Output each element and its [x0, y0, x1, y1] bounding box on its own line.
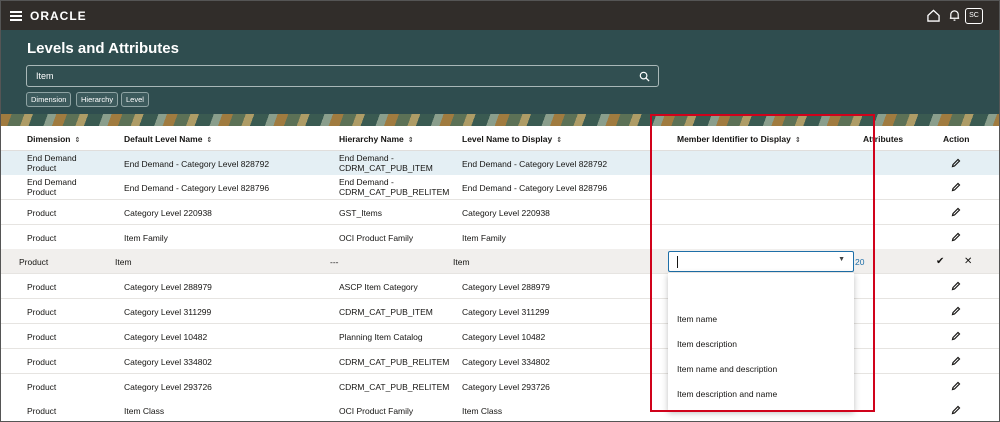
cell-level-display: Category Level 334802	[462, 357, 550, 367]
cell-dimension: Product	[27, 307, 57, 317]
cell-dimension: Product	[27, 406, 57, 416]
cell-default-level: Category Level 293726	[124, 382, 212, 392]
pencil-icon[interactable]	[951, 306, 961, 316]
sort-icon[interactable]: ⇕	[408, 137, 414, 144]
app-frame: ORACLE SC Levels and Attributes Item Dim…	[0, 0, 1000, 422]
cell-level-display: Category Level 288979	[462, 282, 550, 292]
cell-level-display: End Demand - Category Level 828792	[462, 159, 608, 169]
cell-dimension: End Demand Product	[27, 153, 77, 173]
dropdown-option[interactable]: Item description and name	[677, 389, 777, 399]
filter-chip-hierarchy[interactable]: Hierarchy	[76, 92, 119, 107]
bell-icon[interactable]	[948, 9, 961, 22]
search-input[interactable]: Item	[26, 65, 659, 87]
cell-level-display: Item Family	[462, 233, 506, 243]
text-cursor	[677, 256, 678, 268]
oracle-logo: ORACLE	[30, 9, 87, 23]
col-header-hierarchy[interactable]: Hierarchy Name ⇕	[339, 134, 414, 144]
attributes-count-link[interactable]: 20	[855, 257, 864, 267]
dropdown-option[interactable]: Item name and description	[677, 364, 777, 374]
col-header-attributes: Attributes	[863, 134, 904, 144]
pencil-icon[interactable]	[951, 381, 961, 391]
cell-default-level: Category Level 10482	[124, 332, 208, 342]
col-header-dimension[interactable]: Dimension ⇕	[27, 134, 80, 144]
cell-hierarchy: Planning Item Catalog	[339, 332, 423, 342]
cell-default-level: Category Level 220938	[124, 208, 212, 218]
cell-hierarchy: OCI Product Family	[339, 406, 414, 416]
cell-default-level: End Demand - Category Level 828792	[124, 159, 270, 169]
cell-dimension: Product	[27, 357, 57, 367]
home-icon[interactable]	[927, 9, 940, 22]
check-icon[interactable]: ✔	[936, 256, 944, 267]
cell-default-level: Item Family	[124, 233, 168, 243]
pencil-icon[interactable]	[951, 405, 961, 415]
col-header-action: Action	[943, 134, 970, 144]
close-icon[interactable]: ✕	[964, 256, 972, 267]
cell-hierarchy: OCI Product Family	[339, 233, 414, 243]
cell-hierarchy: ---	[330, 257, 339, 267]
cell-dimension: Product	[27, 282, 57, 292]
member-identifier-select[interactable]: ▼	[668, 251, 854, 272]
filter-chip-dimension[interactable]: Dimension	[26, 92, 72, 107]
pencil-icon[interactable]	[951, 207, 961, 217]
cell-level-display: Category Level 220938	[462, 208, 550, 218]
cell-hierarchy: CDRM_CAT_PUB_RELITEM	[339, 382, 450, 392]
banner-decoration	[1, 114, 999, 126]
pencil-icon[interactable]	[951, 281, 961, 291]
cell-dimension: End Demand Product	[27, 177, 77, 197]
avatar[interactable]: SC	[965, 8, 983, 24]
cell-level-display: Category Level 311299	[462, 307, 550, 317]
cell-default-level: Item	[115, 257, 132, 267]
table-header: Dimension ⇕ Default Level Name ⇕ Hierarchy…	[1, 126, 999, 151]
sort-icon[interactable]: ⇕	[795, 137, 801, 144]
col-header-default-level[interactable]: Default Level Name ⇕	[124, 134, 212, 144]
sort-icon[interactable]: ⇕	[74, 137, 80, 144]
cell-dimension: Product	[27, 382, 57, 392]
pencil-icon[interactable]	[951, 158, 961, 168]
pencil-icon[interactable]	[951, 331, 961, 341]
pencil-icon[interactable]	[951, 182, 961, 192]
col-header-level-display[interactable]: Level Name to Display ⇕	[462, 134, 562, 144]
pencil-icon[interactable]	[951, 356, 961, 366]
cell-hierarchy: GST_Items	[339, 208, 382, 218]
cell-default-level: Category Level 288979	[124, 282, 212, 292]
cell-hierarchy: ASCP Item Category	[339, 282, 418, 292]
cell-hierarchy: CDRM_CAT_PUB_ITEM	[339, 307, 433, 317]
cell-hierarchy: CDRM_CAT_PUB_RELITEM	[339, 357, 450, 367]
filter-chip-level[interactable]: Level	[121, 92, 149, 107]
search-value: Item	[36, 71, 54, 81]
table-row[interactable]: Product Item Family OCI Product Family Item…	[1, 225, 999, 250]
chevron-down-icon[interactable]: ▼	[838, 256, 845, 263]
col-header-member-identifier[interactable]: Member Identifier to Display ⇕	[677, 134, 801, 144]
dropdown-option[interactable]: Item name	[677, 314, 717, 324]
dropdown-option[interactable]: Item description	[677, 339, 737, 349]
cell-dimension: Product	[27, 208, 57, 218]
cell-level-display: Category Level 293726	[462, 382, 550, 392]
cell-hierarchy: End Demand - CDRM_CAT_PUB_RELITEM	[339, 177, 450, 197]
cell-default-level: Category Level 334802	[124, 357, 212, 367]
header-banner: Levels and Attributes Item Dimension Hie…	[1, 30, 999, 126]
search-icon[interactable]	[639, 71, 650, 82]
cell-hierarchy: End Demand - CDRM_CAT_PUB_ITEM	[339, 153, 433, 173]
table-row[interactable]: End Demand Product End Demand - Category …	[1, 175, 999, 200]
cell-level-display: Item	[453, 257, 470, 267]
cell-level-display: Category Level 10482	[462, 332, 546, 342]
cell-dimension: Product	[27, 332, 57, 342]
cell-dimension: Product	[27, 233, 57, 243]
sort-icon[interactable]: ⇕	[556, 137, 562, 144]
table-row[interactable]: End Demand Product End Demand - Category …	[1, 151, 999, 176]
cell-default-level: Item Class	[124, 406, 165, 416]
cell-dimension: Product	[19, 257, 49, 267]
sort-icon[interactable]: ⇕	[206, 137, 212, 144]
dropdown-menu: Item name Item description Item name and…	[668, 273, 854, 411]
cell-level-display: Item Class	[462, 406, 503, 416]
hamburger-icon[interactable]	[10, 11, 22, 21]
cell-level-display: End Demand - Category Level 828796	[462, 183, 608, 193]
pencil-icon[interactable]	[951, 232, 961, 242]
table-row[interactable]: Product Category Level 220938 GST_Items Cat…	[1, 200, 999, 225]
top-bar: ORACLE SC	[1, 1, 999, 30]
cell-default-level: End Demand - Category Level 828796	[124, 183, 270, 193]
page-title: Levels and Attributes	[27, 40, 179, 57]
cell-default-level: Category Level 311299	[124, 307, 212, 317]
